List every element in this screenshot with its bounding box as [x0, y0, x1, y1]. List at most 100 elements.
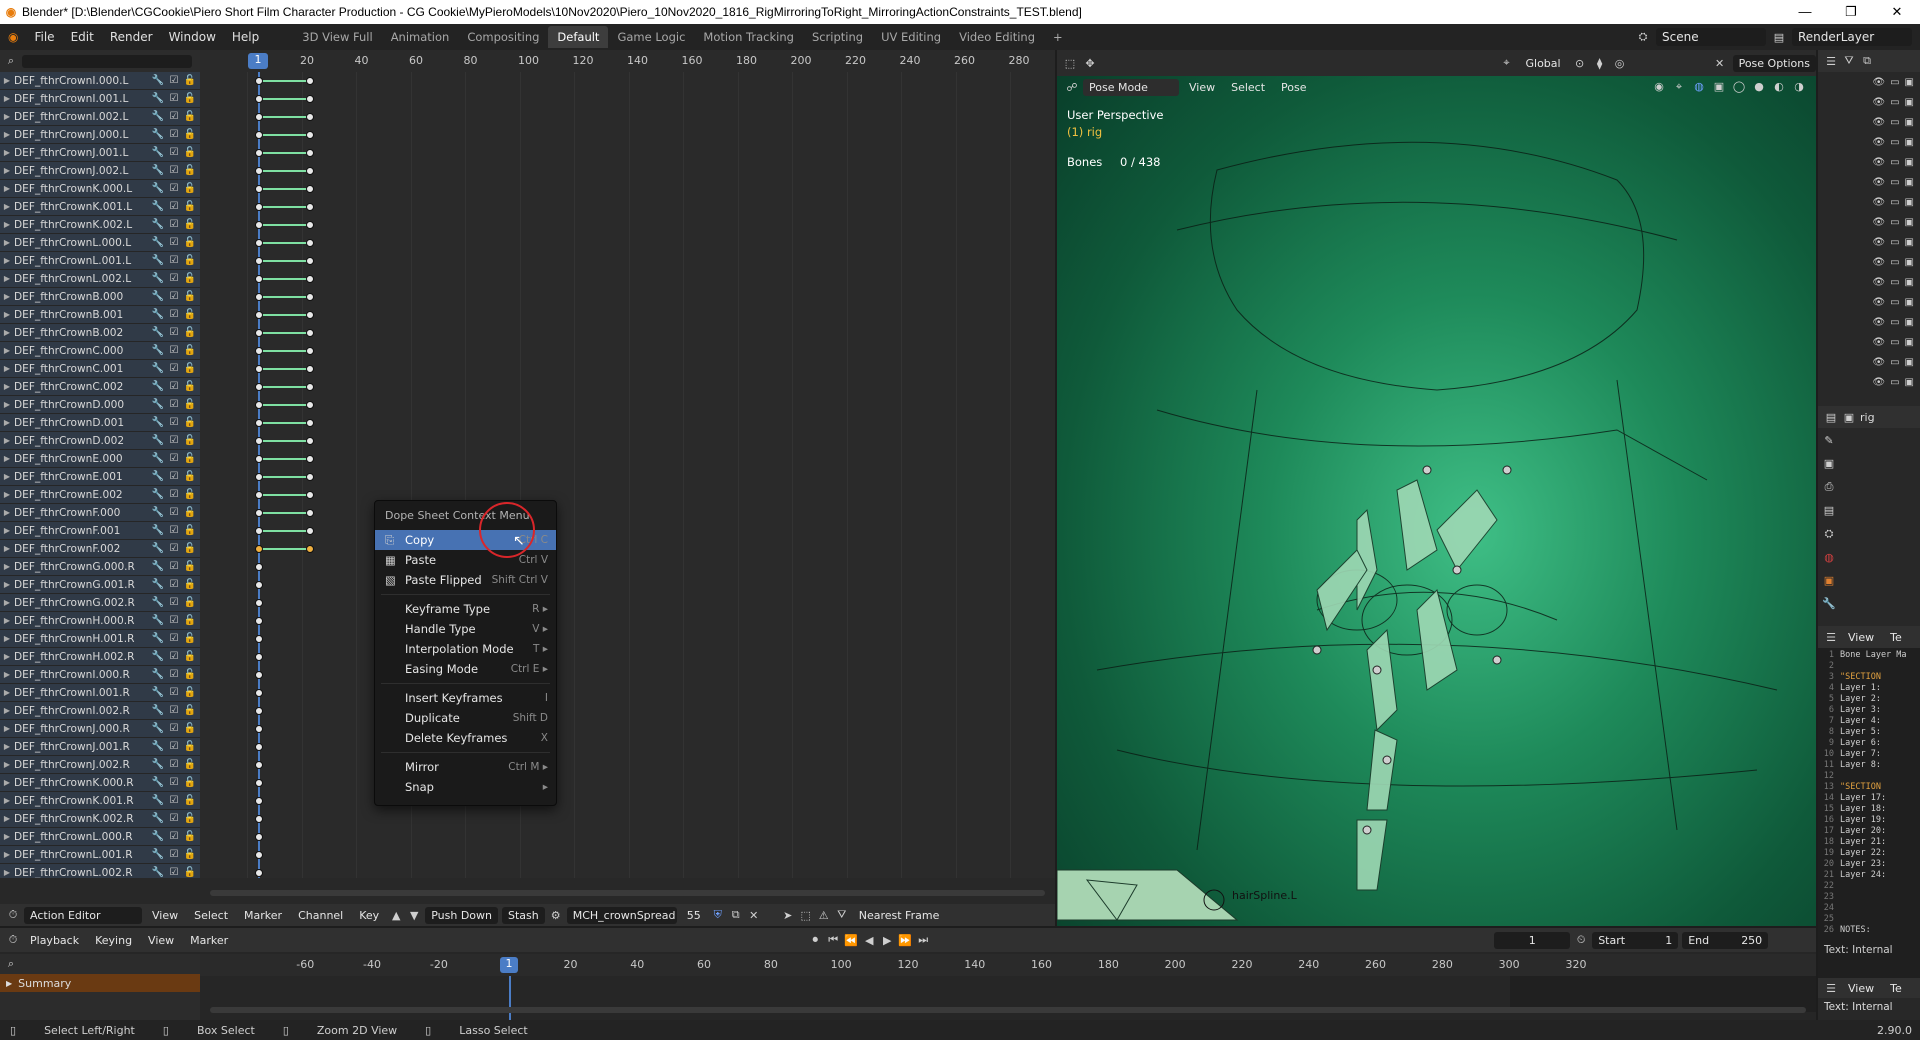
menu-file[interactable]: File [26, 30, 62, 44]
wrench-icon[interactable]: 🔧 [150, 327, 166, 338]
keyframe[interactable] [255, 779, 263, 787]
interaction-mode-selector[interactable]: Pose Mode [1083, 78, 1179, 96]
keyframe[interactable] [255, 509, 263, 517]
eye-icon[interactable]: 👁 [1872, 197, 1885, 208]
channel-row[interactable]: ▶ DEF_fthrCrownK.000.L 🔧 ☑ 🔓 [0, 180, 200, 198]
keyframe[interactable] [255, 167, 263, 175]
channel-row[interactable]: ▶ DEF_fthrCrownL.001.R 🔧 ☑ 🔓 [0, 846, 200, 864]
outliner-row[interactable]: 👁 ▭ ▣ [1818, 92, 1920, 112]
checkbox-icon[interactable]: ☑ [166, 525, 182, 536]
expand-arrow-icon[interactable]: ▶ [0, 850, 14, 859]
wrench-icon[interactable]: 🔧 [150, 723, 166, 734]
keyframe-row[interactable] [200, 738, 1055, 756]
expand-arrow-icon[interactable]: ▶ [0, 76, 14, 85]
eye-icon[interactable]: 👁 [1872, 237, 1885, 248]
checkbox-icon[interactable]: ☑ [166, 831, 182, 842]
checkbox-icon[interactable]: ☑ [166, 615, 182, 626]
monitor-icon[interactable]: ▭ [1890, 197, 1899, 208]
expand-arrow-icon[interactable]: ▶ [0, 706, 14, 715]
keyframe[interactable] [306, 473, 314, 481]
transform-orientation-selector[interactable]: Global [1519, 55, 1566, 72]
lock-icon[interactable]: 🔓 [182, 759, 198, 770]
eye-icon[interactable]: 👁 [1872, 137, 1885, 148]
checkbox-icon[interactable]: ☑ [166, 741, 182, 752]
keyframe[interactable] [255, 401, 263, 409]
expand-arrow-icon[interactable]: ▶ [0, 202, 14, 211]
lock-icon[interactable]: 🔓 [182, 363, 198, 374]
lock-icon[interactable]: 🔓 [182, 561, 198, 572]
checkbox-icon[interactable]: ☑ [166, 381, 182, 392]
channel-row[interactable]: ▶ DEF_fthrCrownB.000 🔧 ☑ 🔓 [0, 288, 200, 306]
lock-icon[interactable]: 🔓 [182, 651, 198, 662]
expand-arrow-icon[interactable]: ▶ [0, 328, 14, 337]
tool-tab-icon[interactable]: ✎ [1822, 434, 1836, 447]
wrench-icon[interactable]: 🔧 [150, 399, 166, 410]
keyframe[interactable] [306, 149, 314, 157]
dope-horizontal-scrollbar[interactable] [210, 890, 1045, 896]
camera-icon[interactable]: ▣ [1905, 317, 1914, 328]
checkbox-icon[interactable]: ☑ [166, 795, 182, 806]
monitor-icon[interactable]: ▭ [1890, 157, 1899, 168]
view-layer-tab-icon[interactable]: ▤ [1822, 504, 1836, 517]
timeline-scrollbar[interactable] [210, 1007, 1806, 1013]
expand-arrow-icon[interactable]: ▶ [0, 346, 14, 355]
channel-row[interactable]: ▶ DEF_fthrCrownF.000 🔧 ☑ 🔓 [0, 504, 200, 522]
lock-icon[interactable]: 🔓 [182, 795, 198, 806]
lock-icon[interactable]: 🔓 [182, 201, 198, 212]
tab-animation[interactable]: Animation [382, 26, 459, 48]
keyframe[interactable] [255, 617, 263, 625]
outliner-row[interactable]: 👁 ▭ ▣ [1818, 292, 1920, 312]
keyframe[interactable] [255, 365, 263, 373]
wrench-icon[interactable]: 🔧 [150, 363, 166, 374]
lock-icon[interactable]: 🔓 [182, 471, 198, 482]
checkbox-icon[interactable]: ☑ [166, 93, 182, 104]
wrench-icon[interactable]: 🔧 [150, 867, 166, 878]
expand-arrow-icon[interactable]: ▶ [0, 184, 14, 193]
overlay-icon[interactable]: ◍ [1692, 80, 1706, 94]
play-icon[interactable]: ▶ [880, 934, 894, 947]
jump-end-icon[interactable]: ⏭ [916, 933, 930, 947]
keyframe-row[interactable] [200, 756, 1055, 774]
keyframe-row[interactable] [200, 180, 1055, 198]
wrench-icon[interactable]: 🔧 [150, 183, 166, 194]
start-frame-field[interactable]: Start 1 [1592, 931, 1679, 949]
outliner-row[interactable]: 👁 ▭ ▣ [1818, 352, 1920, 372]
checkbox-icon[interactable]: ☑ [166, 705, 182, 716]
render-tab-icon[interactable]: ▣ [1822, 457, 1836, 470]
checkbox-icon[interactable]: ☑ [166, 417, 182, 428]
expand-arrow-icon[interactable]: ▶ [0, 130, 14, 139]
timeline-editor-icon[interactable]: ⏱ [6, 933, 20, 947]
next-keyframe-icon[interactable]: ⏩ [898, 934, 912, 947]
wrench-icon[interactable]: 🔧 [150, 795, 166, 806]
expand-arrow-icon[interactable]: ▶ [0, 400, 14, 409]
channel-row[interactable]: ▶ DEF_fthrCrownF.002 🔧 ☑ 🔓 [0, 540, 200, 558]
keyframe[interactable] [255, 653, 263, 661]
pivot-icon[interactable]: ⊙ [1573, 57, 1587, 70]
expand-arrow-icon[interactable]: ▶ [0, 112, 14, 121]
preview-range-icon[interactable]: ⏲ [1574, 933, 1588, 947]
keyframe[interactable] [255, 491, 263, 499]
checkbox-icon[interactable]: ☑ [166, 471, 182, 482]
checkbox-icon[interactable]: ☑ [166, 291, 182, 302]
keyframe-row[interactable] [200, 720, 1055, 738]
keyframe-row[interactable] [200, 648, 1055, 666]
wrench-icon[interactable]: 🔧 [150, 525, 166, 536]
lock-icon[interactable]: 🔓 [182, 867, 198, 878]
camera-icon[interactable]: ▣ [1905, 117, 1914, 128]
keyframe[interactable] [306, 203, 314, 211]
menu-key[interactable]: Key [353, 907, 385, 924]
channel-row[interactable]: ▶ DEF_fthrCrownG.000.R 🔧 ☑ 🔓 [0, 558, 200, 576]
channel-search[interactable]: ⌕ [0, 50, 200, 72]
menu-window[interactable]: Window [161, 30, 224, 44]
wrench-icon[interactable]: 🔧 [150, 219, 166, 230]
keyframe[interactable] [255, 869, 263, 877]
keyframe[interactable] [255, 185, 263, 193]
keyframe-row[interactable] [200, 522, 1055, 540]
wrench-icon[interactable]: 🔧 [150, 435, 166, 446]
lock-icon[interactable]: 🔓 [182, 525, 198, 536]
keyframe-row[interactable] [200, 306, 1055, 324]
keyframe-row[interactable] [200, 684, 1055, 702]
wrench-icon[interactable]: 🔧 [150, 831, 166, 842]
keyframe[interactable] [255, 347, 263, 355]
wrench-icon[interactable]: 🔧 [150, 291, 166, 302]
